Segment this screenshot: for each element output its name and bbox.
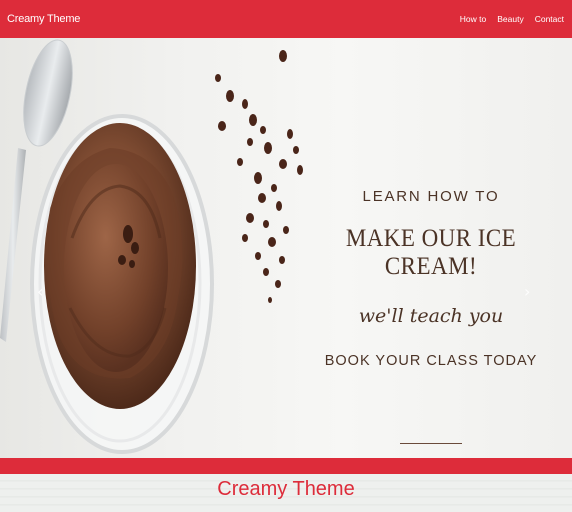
hero-caption-tagline: we'll teach you [358, 305, 504, 327]
scattered-cocoa-nibs [215, 50, 303, 303]
nav-link-beauty[interactable]: Beauty [497, 14, 523, 24]
hero-caption-headline: MAKE OUR ICE CREAM! [345, 225, 517, 280]
hero-caption-divider [400, 443, 462, 444]
hero-caption-line1: LEARN HOW TO [362, 188, 500, 205]
chevron-right-icon[interactable]: › [524, 282, 530, 301]
navbar-brand[interactable]: Creamy Theme [7, 13, 80, 25]
hero-caption-cta: BOOK YOUR CLASS TODAY [324, 353, 538, 369]
footer-title: Creamy Theme [217, 478, 355, 500]
footer: Creamy Theme [0, 474, 572, 512]
spoon-handle [0, 148, 26, 342]
accent-bar [0, 458, 572, 474]
hero-caption: LEARN HOW TO MAKE OUR ICE CREAM! we'll t… [300, 188, 562, 444]
navbar-menu: How to Beauty Contact [460, 14, 564, 24]
nav-link-contact[interactable]: Contact [535, 14, 564, 24]
hero-carousel: LEARN HOW TO MAKE OUR ICE CREAM! we'll t… [0, 38, 572, 458]
top-navbar: Creamy Theme How to Beauty Contact [0, 0, 572, 38]
spoon-bowl [23, 39, 73, 147]
nav-link-how-to[interactable]: How to [460, 14, 486, 24]
chevron-left-icon[interactable]: ‹ [37, 282, 43, 301]
